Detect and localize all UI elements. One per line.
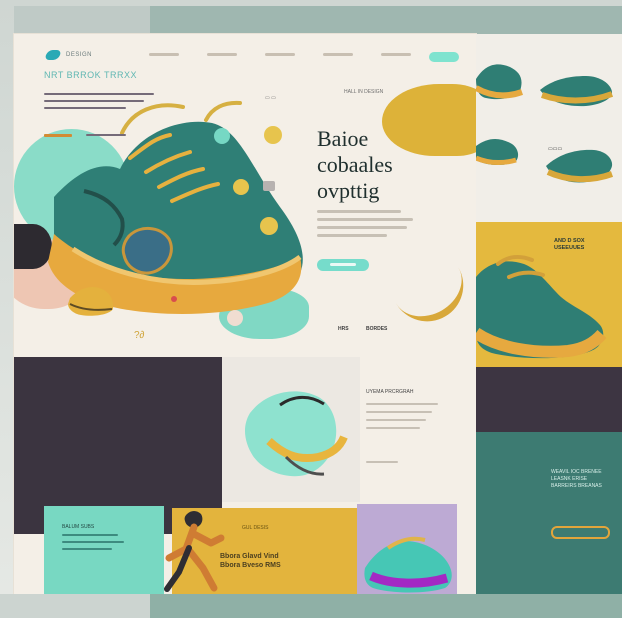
hero-kicker: HALL IN DESIGN bbox=[344, 89, 384, 95]
mini-rule-top: ▭ ▭ bbox=[265, 95, 276, 101]
feature-title: UYEMA PRCRGRAH bbox=[366, 389, 414, 395]
teal-copy-line-3 bbox=[62, 548, 112, 550]
dark-copy-line-2 bbox=[44, 100, 144, 102]
right-green-title-line-1: WEAVIL IOC BRENEE bbox=[551, 469, 602, 475]
nav-link-3[interactable] bbox=[265, 53, 295, 56]
teal-promo-card bbox=[44, 506, 164, 594]
hero-title-line-3: ovpttig bbox=[317, 178, 380, 203]
product-thumbnails bbox=[476, 64, 614, 183]
yellow-promo-kicker: GUL DESIS bbox=[242, 525, 269, 531]
feature-copy-line-3 bbox=[366, 419, 426, 421]
small-sneaker-image bbox=[68, 286, 114, 316]
teal-copy-line-1 bbox=[62, 534, 118, 536]
nav-link-5[interactable] bbox=[381, 53, 411, 56]
hero-copy-line-3 bbox=[317, 226, 407, 229]
feature-image-card bbox=[222, 357, 360, 502]
top-band-accent bbox=[150, 6, 622, 34]
purple-promo-card bbox=[357, 504, 457, 594]
hero-copy-line-4 bbox=[317, 234, 387, 237]
nav-link-4[interactable] bbox=[323, 53, 353, 56]
logo-mark-icon bbox=[44, 50, 62, 60]
right-preview-page: ▭▭▭ AND D SOX USEEUUES WEAVIL IOC BRENEE… bbox=[476, 34, 622, 594]
right-yellow-title-line-1: AND D SOX bbox=[554, 238, 585, 244]
right-mini-rule: ▭▭▭ bbox=[548, 146, 563, 152]
yellow-title-line-2: Bbora Bveso RMS bbox=[220, 562, 281, 569]
peach-dot[interactable] bbox=[227, 310, 243, 326]
dark-link-line bbox=[86, 134, 126, 136]
dark-panel-title: NRT BRROK TRRXX bbox=[44, 70, 138, 80]
yellow-squiggle: ?∂ bbox=[134, 330, 145, 341]
yellow-dot-2[interactable] bbox=[233, 179, 249, 195]
hero-yellow-blob bbox=[382, 84, 476, 156]
yellow-dot-3[interactable] bbox=[260, 217, 278, 235]
right-green-title-line-3: BARREIRS BREANAS bbox=[551, 483, 602, 489]
right-yellow-title: AND D SOX USEEUUES bbox=[554, 238, 585, 252]
dark-copy-line-3 bbox=[44, 107, 126, 109]
hero-cta-button[interactable] bbox=[317, 259, 369, 271]
runner-illustration bbox=[164, 511, 225, 592]
hero-copy-line-1 bbox=[317, 210, 401, 213]
logo-text: DESIGN bbox=[66, 52, 93, 58]
bottom-band-accent bbox=[150, 594, 622, 618]
logo[interactable]: DESIGN bbox=[44, 50, 93, 60]
right-green-button[interactable] bbox=[551, 526, 610, 539]
feature-sneaker-image bbox=[244, 391, 348, 477]
dark-copy-line-1 bbox=[44, 93, 154, 95]
hero-arc-decoration bbox=[395, 266, 476, 335]
right-hero-sneaker-image bbox=[476, 254, 607, 359]
feature-copy-line-2 bbox=[366, 411, 432, 413]
teal-promo-title: BALUM SUBS bbox=[62, 524, 95, 530]
nav-cta-button[interactable] bbox=[429, 52, 459, 62]
nav-links bbox=[149, 53, 411, 56]
yellow-promo-title: Bbora Glavd Vind Bbora Bveso RMS bbox=[220, 552, 281, 570]
feature-copy-line-4 bbox=[366, 427, 420, 429]
right-purple-panel bbox=[476, 367, 622, 432]
hero-footer-left: HRS bbox=[338, 326, 349, 332]
hero-copy-line-2 bbox=[317, 218, 413, 221]
hero-title-line-1: Baioe bbox=[317, 126, 369, 151]
right-green-title: WEAVIL IOC BRENEE LEASNK ERISE BARREIRS … bbox=[551, 469, 602, 490]
yellow-dot-1[interactable] bbox=[264, 126, 282, 144]
red-dot bbox=[171, 296, 177, 302]
main-landing-page: DESIGN HALL IN DESIGN Baioe cobaales ovp… bbox=[14, 34, 476, 594]
feature-copy-line-1 bbox=[366, 403, 438, 405]
teal-copy-line-2 bbox=[62, 541, 124, 543]
hero-title-line-2: cobaales bbox=[317, 152, 393, 177]
yellow-title-line-1: Bbora Glavd Vind bbox=[220, 553, 279, 560]
teal-dot-1[interactable] bbox=[214, 128, 230, 144]
feature-link-line[interactable] bbox=[366, 461, 398, 463]
dark-accent-line bbox=[44, 134, 72, 137]
hero-title: Baioe cobaales ovpttig bbox=[317, 126, 393, 204]
square-icon[interactable] bbox=[263, 181, 275, 191]
nav-link-2[interactable] bbox=[207, 53, 237, 56]
hero-footer-right: BORDES bbox=[366, 326, 388, 332]
purple-sneaker-image bbox=[364, 536, 452, 593]
right-green-panel bbox=[476, 432, 622, 594]
nav-link-1[interactable] bbox=[149, 53, 179, 56]
right-green-title-line-2: LEASNK ERISE bbox=[551, 476, 588, 482]
right-yellow-title-line-2: USEEUUES bbox=[554, 245, 585, 251]
hero-cta-text bbox=[330, 263, 356, 266]
